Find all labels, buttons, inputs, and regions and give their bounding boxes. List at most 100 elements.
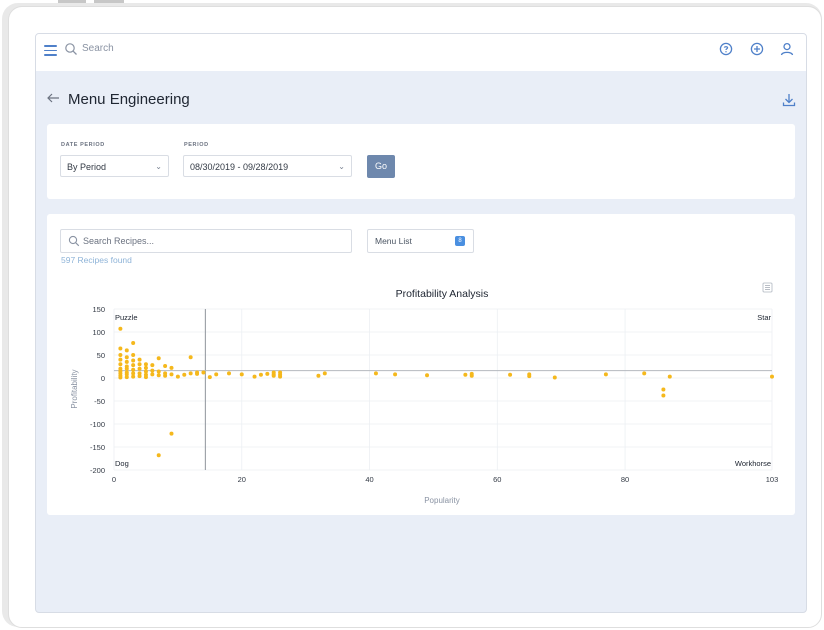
data-point[interactable] [469,373,474,378]
date-period-value: By Period [67,162,107,172]
back-arrow-icon[interactable] [46,92,60,104]
data-point[interactable] [118,362,123,367]
user-icon[interactable] [779,41,795,57]
quadrant-label-workhorse: Workhorse [735,459,771,468]
search-input[interactable]: Search [82,43,114,54]
data-point[interactable] [271,373,276,378]
data-point[interactable] [169,431,174,436]
add-icon[interactable] [749,41,765,57]
data-point[interactable] [316,373,321,378]
data-point[interactable] [137,366,142,371]
data-point[interactable] [322,371,327,376]
y-tick-label: 100 [92,328,105,337]
data-point[interactable] [188,371,193,376]
data-point[interactable] [373,371,378,376]
data-point[interactable] [156,453,161,458]
data-point[interactable] [642,371,647,376]
filter-card: DATE PERIOD By Period ⌄ PERIOD 08/30/201… [47,124,795,199]
data-point[interactable] [156,369,161,374]
data-point[interactable] [169,372,174,377]
data-point[interactable] [118,346,123,351]
y-tick-label: 0 [101,374,105,383]
go-button[interactable]: Go [367,155,395,178]
x-tick-label: 103 [766,475,779,484]
data-point[interactable] [463,372,468,377]
data-point[interactable] [118,375,123,380]
menu-icon[interactable] [44,45,57,56]
data-point[interactable] [661,393,666,398]
data-point[interactable] [131,363,136,368]
data-point[interactable] [137,362,142,367]
data-point[interactable] [118,326,123,331]
data-point[interactable] [770,374,774,379]
y-tick-label: 50 [97,351,105,360]
data-point[interactable] [131,367,136,372]
data-point[interactable] [143,375,148,380]
data-point[interactable] [118,353,123,357]
chart-menu-icon[interactable] [762,282,773,293]
y-tick-label: -150 [90,443,105,452]
download-icon[interactable] [782,93,796,107]
data-point[interactable] [182,372,187,377]
data-point[interactable] [124,355,129,360]
y-tick-label: -200 [90,466,105,475]
y-tick-label: -100 [90,420,105,429]
data-point[interactable] [124,348,129,353]
data-point[interactable] [163,373,168,378]
period-select[interactable]: 08/30/2019 - 09/28/2019 ⌄ [183,155,352,177]
data-point[interactable] [131,353,136,357]
data-point[interactable] [226,371,231,376]
data-point[interactable] [603,372,608,377]
data-point[interactable] [156,356,161,361]
data-point[interactable] [118,357,123,362]
data-point[interactable] [131,358,136,363]
data-point[interactable] [508,372,513,377]
data-point[interactable] [124,375,129,380]
data-point[interactable] [552,375,557,380]
data-point[interactable] [661,387,666,392]
data-point[interactable] [214,372,219,377]
data-point[interactable] [278,370,283,375]
chevron-down-icon: ⌄ [338,162,345,171]
data-point[interactable] [150,372,155,377]
data-point[interactable] [131,374,136,379]
data-point[interactable] [169,365,174,370]
search-icon [65,43,77,55]
data-point[interactable] [137,357,142,362]
y-tick-label: -50 [94,397,105,406]
data-point[interactable] [143,362,148,367]
x-tick-label: 0 [112,475,116,484]
data-point[interactable] [195,370,200,375]
x-tick-label: 20 [238,475,246,484]
data-point[interactable] [143,365,148,370]
y-axis-label: Profitability [70,369,79,408]
data-point[interactable] [252,374,257,379]
data-point[interactable] [150,368,155,373]
data-point[interactable] [201,370,206,375]
help-icon[interactable] [718,41,734,57]
data-point[interactable] [131,341,136,346]
data-point[interactable] [175,374,180,379]
data-point[interactable] [124,366,129,371]
data-point[interactable] [188,355,193,360]
data-point[interactable] [137,374,142,379]
data-point[interactable] [265,371,270,376]
page-title: Menu Engineering [68,91,190,108]
data-point[interactable] [124,359,129,364]
period-value: 08/30/2019 - 09/28/2019 [190,162,289,172]
data-point[interactable] [393,372,398,377]
data-point[interactable] [163,364,168,369]
data-point[interactable] [667,374,672,379]
top-bar: Search [36,34,806,71]
data-point[interactable] [150,363,155,368]
data-point[interactable] [527,374,532,379]
data-point[interactable] [156,373,161,378]
data-point[interactable] [239,372,244,377]
chart-card: Search Recipes... 597 Recipes found Menu… [47,214,795,515]
period-label: PERIOD [184,142,209,148]
data-point[interactable] [207,375,212,380]
quadrant-label-star: Star [757,313,771,322]
data-point[interactable] [425,373,430,378]
data-point[interactable] [258,372,263,377]
date-period-select[interactable]: By Period ⌄ [60,155,169,177]
